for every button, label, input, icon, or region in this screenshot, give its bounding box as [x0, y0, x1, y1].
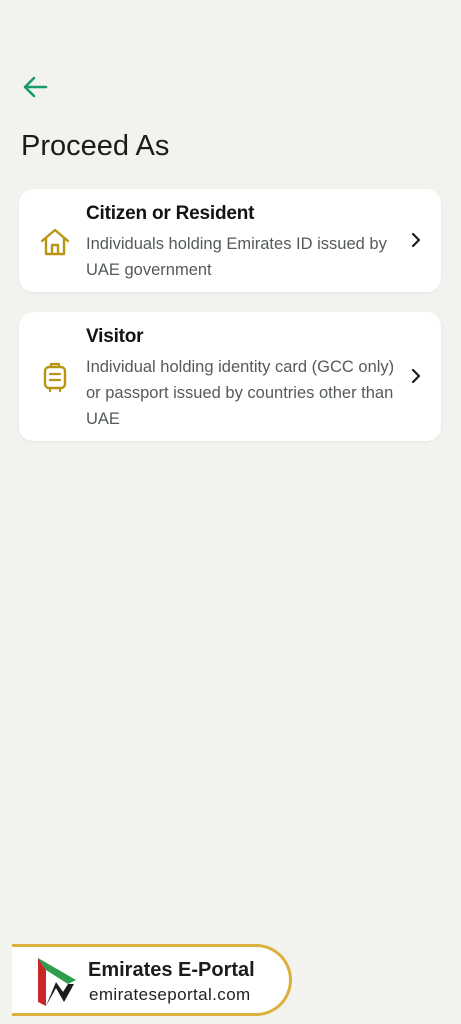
option-visitor[interactable]: Visitor Individual holding identity card…: [19, 312, 441, 441]
page-title: Proceed As: [21, 130, 170, 162]
arrow-left-icon: [23, 76, 48, 98]
watermark-url: emirateseportal.com: [89, 985, 251, 1004]
back-button[interactable]: [18, 72, 52, 102]
option-description: Individual holding identity card (GCC on…: [86, 358, 395, 428]
option-title: Visitor: [86, 326, 144, 347]
option-title: Citizen or Resident: [86, 203, 255, 224]
option-description: Individuals holding Emirates ID issued b…: [86, 235, 387, 279]
watermark-name: Emirates E-Portal: [88, 959, 255, 981]
chevron-right-icon: [409, 231, 423, 249]
luggage-icon: [39, 361, 71, 393]
emirates-eportal-logo: [38, 958, 76, 1006]
chevron-right-icon: [409, 367, 423, 385]
watermark-banner: Emirates E-Portal emirateseportal.com: [12, 944, 292, 1016]
option-citizen-resident[interactable]: Citizen or Resident Individuals holding …: [19, 189, 441, 292]
home-icon: [39, 226, 71, 258]
